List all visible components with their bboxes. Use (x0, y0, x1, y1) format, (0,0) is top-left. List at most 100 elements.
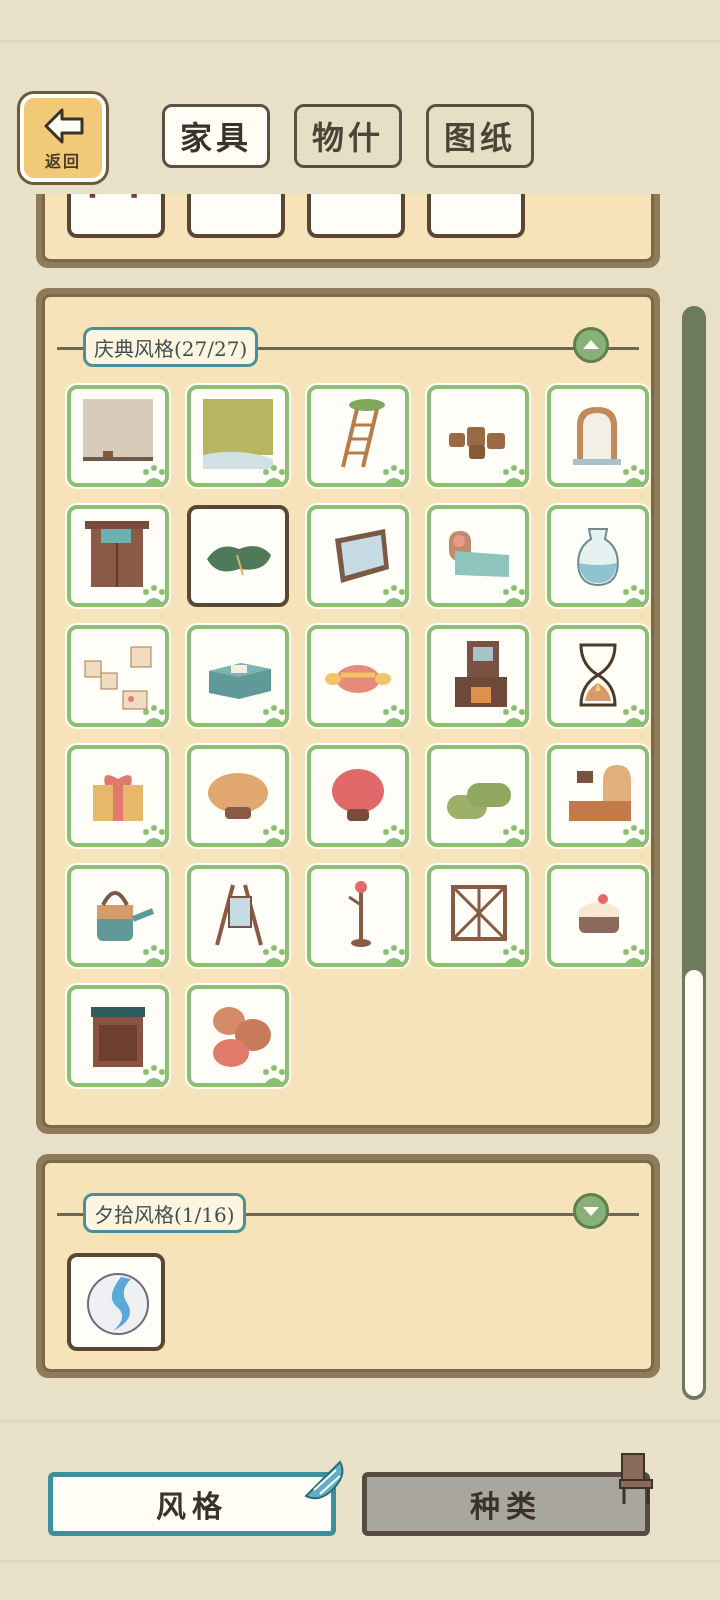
paw-icon (623, 705, 645, 727)
paw-icon (263, 705, 285, 727)
chevron-up-icon (583, 340, 599, 349)
item-tile[interactable] (67, 1253, 165, 1351)
paw-icon (143, 465, 165, 487)
item-tile[interactable] (547, 505, 649, 607)
item-tile[interactable] (187, 745, 289, 847)
item-tile[interactable] (427, 745, 529, 847)
paw-icon (383, 825, 405, 847)
item-tile[interactable] (307, 625, 409, 727)
tab-style-label: 风格 (156, 1490, 228, 1525)
item-tile[interactable] (427, 385, 529, 487)
expand-toggle[interactable] (573, 1193, 609, 1229)
item-tile[interactable] (307, 745, 409, 847)
watering-can-icon (97, 891, 155, 941)
item-tile[interactable] (427, 865, 529, 967)
tool-chest-icon (209, 663, 271, 699)
item-tile[interactable] (427, 194, 525, 238)
paw-icon (623, 585, 645, 607)
tab-objects[interactable]: 物什 (294, 104, 402, 168)
item-tile[interactable] (187, 985, 289, 1087)
item-tile[interactable] (547, 745, 649, 847)
paw-icon (263, 465, 285, 487)
paw-icon (623, 945, 645, 967)
item-tile[interactable] (427, 505, 529, 607)
back-button[interactable]: 返回 (20, 94, 106, 182)
wooden-door-icon (85, 521, 149, 587)
marble-icon (87, 1273, 149, 1335)
tab-kind[interactable]: 种类 (362, 1472, 650, 1536)
mushroom-stool-tan-icon (208, 773, 268, 819)
wooden-ladder-icon (341, 399, 385, 468)
paw-icon (503, 945, 525, 967)
paw-icon (263, 825, 285, 847)
mirror-panel-icon (335, 529, 389, 583)
paw-icon (263, 945, 285, 967)
paw-icon (503, 585, 525, 607)
item-tile[interactable] (67, 385, 169, 487)
wooden-fence-icon (451, 885, 507, 941)
section-title: 夕拾风格(1/16) (83, 1193, 246, 1233)
item-tile[interactable] (67, 505, 169, 607)
tab-style[interactable]: 风格 (48, 1472, 336, 1536)
item-tile[interactable] (307, 505, 409, 607)
wood-grain (0, 40, 720, 43)
item-tile-selected[interactable] (187, 505, 289, 607)
item-tile[interactable] (67, 985, 169, 1087)
item-tile[interactable] (547, 385, 649, 487)
item-tile[interactable] (547, 625, 649, 727)
gift-box-icon (93, 775, 143, 821)
scrollbar-thumb[interactable] (685, 970, 703, 1396)
paw-icon (263, 1065, 285, 1087)
item-tile[interactable] (307, 865, 409, 967)
item-tile[interactable] (427, 625, 529, 727)
paw-icon (623, 465, 645, 487)
collapse-toggle[interactable] (573, 327, 609, 363)
item-tile[interactable] (547, 865, 649, 967)
wooden-table-icon (89, 194, 137, 198)
scroll-coins-icon (191, 194, 281, 234)
wood-grain (0, 1420, 720, 1423)
rolled-mats-icon (447, 783, 511, 819)
kitchen-oven-icon (569, 765, 631, 821)
wood-grain (0, 1560, 720, 1563)
coat-rack-icon (348, 881, 371, 947)
item-tile[interactable] (67, 625, 169, 727)
item-tile[interactable] (307, 194, 405, 238)
item-tile[interactable] (187, 194, 285, 238)
glass-vase-icon (577, 528, 619, 587)
tab-furniture[interactable]: 家具 (162, 104, 270, 168)
paw-icon (143, 825, 165, 847)
wall-wallpaper-icon (83, 399, 153, 461)
wooden-bench-icon (431, 194, 521, 234)
tab-blueprints[interactable]: 图纸 (426, 104, 534, 168)
section-title: 庆典风格(27/27) (83, 327, 259, 367)
arched-window-icon (573, 407, 621, 465)
chair-icon (619, 1453, 653, 1504)
item-tile[interactable] (67, 865, 169, 967)
mushroom-stool-red-icon (332, 769, 384, 821)
paw-icon (383, 945, 405, 967)
wooden-cabinet-icon (91, 1007, 145, 1067)
bed-icon (449, 531, 509, 577)
item-tile[interactable] (67, 194, 165, 238)
hourglass-icon (579, 643, 617, 707)
item-tile[interactable] (67, 745, 169, 847)
section-panel-celebration: 庆典风格(27/27) (36, 288, 660, 1134)
paw-icon (503, 705, 525, 727)
item-tile[interactable] (187, 625, 289, 727)
scrollbar[interactable] (682, 306, 706, 1400)
item-tile[interactable] (187, 865, 289, 967)
paw-icon (623, 825, 645, 847)
cake-icon (579, 894, 619, 933)
item-tile[interactable] (307, 385, 409, 487)
fireplace-shelf-icon (455, 641, 507, 707)
log-stools-icon (449, 427, 505, 459)
item-tile[interactable] (187, 385, 289, 487)
back-label: 返回 (44, 152, 81, 171)
paw-icon (503, 825, 525, 847)
previous-section-panel (36, 194, 660, 268)
section-panel-memories: 夕拾风格(1/16) (36, 1154, 660, 1378)
paw-icon (143, 1065, 165, 1087)
paw-icon (143, 705, 165, 727)
green-sleeping-bag-icon (207, 546, 271, 576)
